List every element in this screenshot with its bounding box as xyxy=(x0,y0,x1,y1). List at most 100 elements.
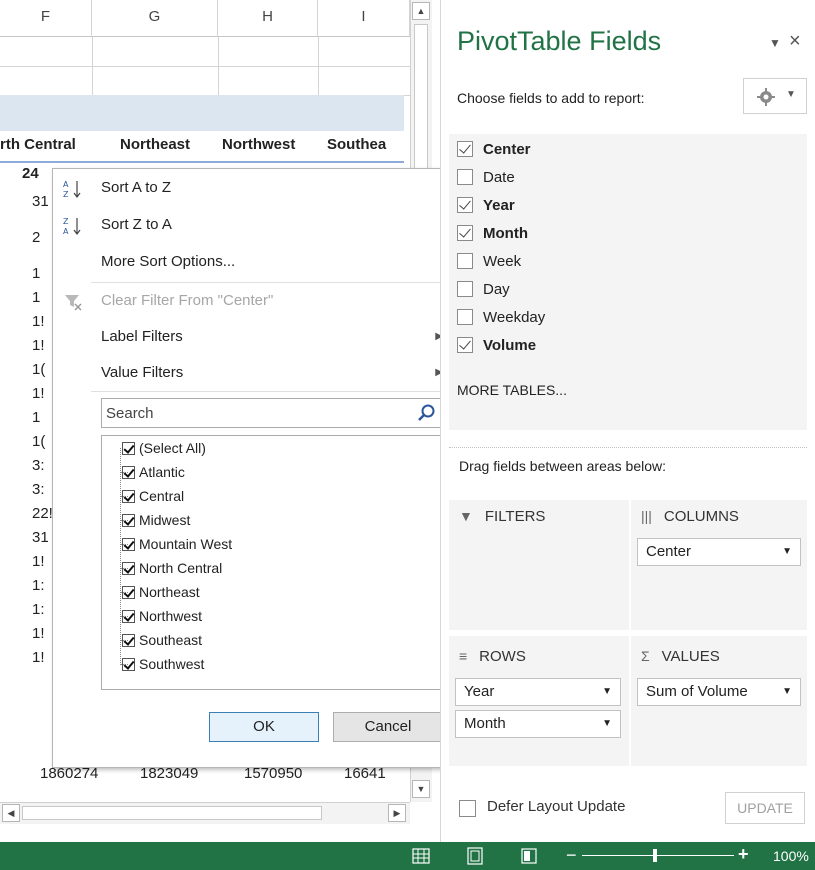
cell-value[interactable]: 3: xyxy=(32,454,45,478)
menu-sort-a-to-z[interactable]: A Z Sort A to Z xyxy=(53,170,455,206)
horizontal-scroll-thumb[interactable] xyxy=(22,806,322,820)
menu-label-filters[interactable]: Label Filters ▶ xyxy=(53,319,455,355)
zoom-out-icon[interactable]: − xyxy=(566,846,577,864)
field-volume[interactable]: Volume xyxy=(457,332,536,360)
normal-view-icon[interactable] xyxy=(412,847,430,865)
cell-value[interactable]: 1! xyxy=(32,622,45,646)
cell-value[interactable]: 1: xyxy=(32,574,45,598)
chevron-down-icon[interactable]: ▼ xyxy=(602,679,612,705)
pivot-header-northwest[interactable]: Northwest xyxy=(222,131,295,161)
menu-more-sort-options[interactable]: More Sort Options... xyxy=(53,244,455,280)
rows-item-year[interactable]: Year ▼ xyxy=(455,678,621,706)
filter-item-northeast[interactable]: Northeast xyxy=(122,580,200,604)
cell-value[interactable]: 1( xyxy=(32,358,45,382)
columns-item-center[interactable]: Center ▼ xyxy=(637,538,801,566)
menu-value-filters[interactable]: Value Filters ▶ xyxy=(53,355,455,391)
checkbox-checked-icon[interactable] xyxy=(122,466,135,479)
filter-search-box[interactable] xyxy=(101,398,443,428)
field-year[interactable]: Year xyxy=(457,192,515,220)
pivot-header-north-central[interactable]: rth Central xyxy=(0,131,76,161)
checkbox-checked-icon[interactable] xyxy=(122,610,135,623)
filter-item-southeast[interactable]: Southeast xyxy=(122,628,202,652)
field-week[interactable]: Week xyxy=(457,248,521,276)
filter-item-north-central[interactable]: North Central xyxy=(122,556,222,580)
cell-value[interactable]: 31 xyxy=(32,526,49,550)
filters-area[interactable]: ▼ FILTERS xyxy=(449,500,629,630)
checkbox-checked-icon[interactable] xyxy=(457,337,473,353)
cell-value[interactable]: 1! xyxy=(32,310,45,334)
filter-item-northwest[interactable]: Northwest xyxy=(122,604,202,628)
cell-value[interactable]: 1! xyxy=(32,334,45,358)
cell-value[interactable]: 2 xyxy=(32,226,40,250)
checkbox-unchecked-icon[interactable] xyxy=(457,169,473,185)
cell-value[interactable]: 1! xyxy=(32,382,45,406)
values-item-sum-of-volume[interactable]: Sum of Volume ▼ xyxy=(637,678,801,706)
ok-button[interactable]: OK xyxy=(209,712,319,742)
checkbox-unchecked-icon[interactable] xyxy=(457,253,473,269)
cell-value[interactable]: 1: xyxy=(32,598,45,622)
field-weekday[interactable]: Weekday xyxy=(457,304,545,332)
column-header-g[interactable]: G xyxy=(92,0,218,37)
scroll-down-icon[interactable]: ▼ xyxy=(412,780,430,798)
cell-value[interactable]: 1 xyxy=(32,406,40,430)
cell-value[interactable]: 1( xyxy=(32,430,45,454)
tools-button[interactable]: ▼ xyxy=(743,78,807,114)
page-break-preview-icon[interactable] xyxy=(520,847,538,865)
horizontal-scrollbar[interactable]: ◀ ▶ xyxy=(0,802,410,824)
cell-value[interactable]: 1 xyxy=(32,262,40,286)
chevron-down-icon[interactable]: ▼ xyxy=(602,711,612,737)
cell-value[interactable]: 24 xyxy=(22,162,39,186)
scroll-right-icon[interactable]: ▶ xyxy=(388,804,406,822)
close-icon[interactable]: × xyxy=(789,30,801,53)
more-tables-link[interactable]: MORE TABLES... xyxy=(457,382,567,398)
checkbox-unchecked-icon[interactable] xyxy=(457,309,473,325)
cell-value[interactable]: 1 xyxy=(32,286,40,310)
pivot-header-southeast[interactable]: Southea xyxy=(327,131,386,161)
cell-value[interactable]: 22! xyxy=(32,502,53,526)
filter-item-select-all[interactable]: (Select All) xyxy=(122,436,206,460)
cell-value[interactable]: 1! xyxy=(32,646,45,670)
pane-options-icon[interactable]: ▼ xyxy=(769,36,781,50)
rows-item-month[interactable]: Month ▼ xyxy=(455,710,621,738)
checkbox-unchecked-icon[interactable] xyxy=(457,281,473,297)
checkbox-checked-icon[interactable] xyxy=(122,442,135,455)
zoom-slider-track[interactable] xyxy=(582,855,734,856)
zoom-level[interactable]: 100% xyxy=(773,848,809,864)
search-icon[interactable] xyxy=(416,403,436,423)
pane-splitter[interactable] xyxy=(449,447,807,448)
pivot-header-northeast[interactable]: Northeast xyxy=(120,131,190,161)
checkbox-checked-icon[interactable] xyxy=(122,562,135,575)
columns-area[interactable]: ||| COLUMNS Center ▼ xyxy=(631,500,807,630)
checkbox-checked-icon[interactable] xyxy=(122,658,135,671)
cancel-button[interactable]: Cancel xyxy=(333,712,443,742)
chevron-down-icon[interactable]: ▼ xyxy=(782,539,792,565)
zoom-slider-thumb[interactable] xyxy=(653,849,657,862)
filter-search-input[interactable] xyxy=(102,399,402,427)
column-header-f[interactable]: F xyxy=(0,0,92,37)
cell-value[interactable]: 1! xyxy=(32,550,45,574)
page-layout-icon[interactable] xyxy=(466,847,484,865)
filter-value-list[interactable]: (Select All) Atlantic Central Midwest Mo… xyxy=(101,435,443,690)
defer-layout-checkbox[interactable] xyxy=(459,800,476,817)
checkbox-checked-icon[interactable] xyxy=(122,586,135,599)
values-area[interactable]: Σ VALUES Sum of Volume ▼ xyxy=(631,636,807,766)
filter-item-central[interactable]: Central xyxy=(122,484,184,508)
column-header-i[interactable]: I xyxy=(318,0,410,37)
checkbox-checked-icon[interactable] xyxy=(122,514,135,527)
column-header-h[interactable]: H xyxy=(218,0,318,37)
field-day[interactable]: Day xyxy=(457,276,510,304)
zoom-in-icon[interactable]: + xyxy=(738,845,749,863)
cell-value[interactable]: 31 xyxy=(32,190,49,214)
checkbox-checked-icon[interactable] xyxy=(457,197,473,213)
filter-item-mountain-west[interactable]: Mountain West xyxy=(122,532,232,556)
checkbox-checked-icon[interactable] xyxy=(457,141,473,157)
field-center[interactable]: Center xyxy=(457,136,531,164)
checkbox-checked-icon[interactable] xyxy=(122,634,135,647)
checkbox-checked-icon[interactable] xyxy=(122,538,135,551)
menu-sort-z-to-a[interactable]: Z A Sort Z to A xyxy=(53,207,455,243)
chevron-down-icon[interactable]: ▼ xyxy=(782,679,792,705)
field-month[interactable]: Month xyxy=(457,220,528,248)
field-date[interactable]: Date xyxy=(457,164,515,192)
scroll-left-icon[interactable]: ◀ xyxy=(2,804,20,822)
filter-item-midwest[interactable]: Midwest xyxy=(122,508,190,532)
